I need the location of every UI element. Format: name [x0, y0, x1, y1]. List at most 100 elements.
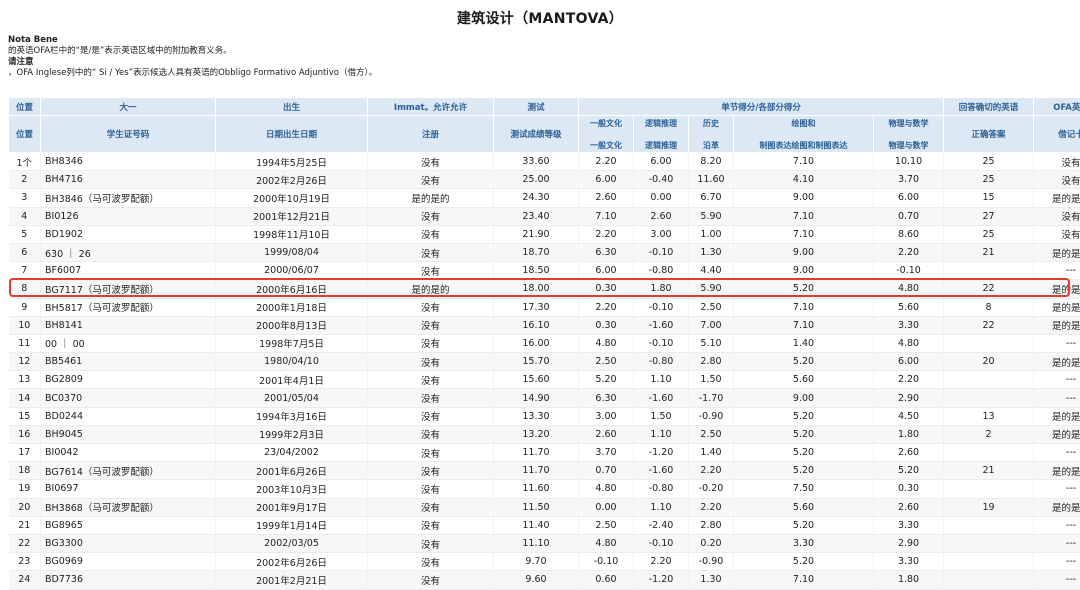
cell-general-culture: -0.10	[579, 553, 634, 571]
table-row[interactable]: 6630 ｜ 261999/08/04没有18.706.30-0.101.309…	[9, 243, 1080, 261]
cell-score: 15.60	[494, 371, 579, 389]
table-row[interactable]: 5BD19021998年11月10日没有21.902.203.001.007.1…	[9, 225, 1080, 243]
table-row[interactable]: 17BI004223/04/2002没有11.703.70-1.201.405.…	[9, 444, 1080, 462]
table-row[interactable]: 2BH47162002年2月26日没有25.006.00-0.4011.604.…	[9, 171, 1080, 189]
cell-physics-math: 2.60	[874, 444, 944, 462]
cell-physics-math: 8.60	[874, 225, 944, 243]
cell-english	[944, 553, 1034, 571]
cell-english: 25	[944, 153, 1034, 171]
table-row[interactable]: 9BH5817（马可波罗配额）2000年1月18日没有17.302.20-0.1…	[9, 298, 1080, 316]
cell-logic: -0.40	[634, 171, 689, 189]
header-physics-math[interactable]: 物理与数学物理与数学	[874, 116, 944, 153]
header-english[interactable]: 回答确切的英语	[944, 98, 1034, 116]
table-row[interactable]: 1个BH83461994年5月25日没有33.602.206.008.207.1…	[9, 153, 1080, 171]
cell-student-id: BH3868（马可波罗配额）	[41, 498, 216, 516]
table-row[interactable]: 3BH3846（马可波罗配额）2000年10月19日是的是的24.302.600…	[9, 189, 1080, 207]
cell-student-id: BH4716	[41, 171, 216, 189]
cell-immat: 是的是的	[368, 189, 494, 207]
cell-general-culture: 0.30	[579, 316, 634, 334]
cell-drawing: 9.00	[734, 189, 874, 207]
cell-drawing: 7.10	[734, 316, 874, 334]
cell-ofa: ---	[1034, 371, 1080, 389]
cell-immat: 没有	[368, 225, 494, 243]
cell-logic: -1.20	[634, 571, 689, 589]
cell-score: 11.60	[494, 480, 579, 498]
table-row[interactable]: 14BC03702001/05/04没有14.906.30-1.60-1.709…	[9, 389, 1080, 407]
table-row[interactable]: 23BG09692002年6月26日没有9.70-0.102.20-0.905.…	[9, 553, 1080, 571]
header-general-culture[interactable]: 一般文化一般文化	[579, 116, 634, 153]
table-row[interactable]: 21BG89651999年1月14日没有11.402.50-2.402.805.…	[9, 516, 1080, 534]
cell-immat: 没有	[368, 371, 494, 389]
cell-drawing: 7.50	[734, 480, 874, 498]
cell-pos: 3	[9, 189, 41, 207]
header-logic[interactable]: 逻辑推理逻辑推理	[634, 116, 689, 153]
table-row[interactable]: 1100 ｜ 001998年7月5日没有16.004.80-0.105.101.…	[9, 334, 1080, 352]
cell-drawing: 7.10	[734, 571, 874, 589]
table-row[interactable]: 22BG33002002/03/05没有11.104.80-0.100.203.…	[9, 534, 1080, 552]
cell-english: 2	[944, 425, 1034, 443]
table-row[interactable]: 18BG7614（马可波罗配额）2001年6月26日没有11.700.70-1.…	[9, 462, 1080, 480]
cell-student-id: BG3300	[41, 534, 216, 552]
cell-logic: 6.00	[634, 153, 689, 171]
table-row[interactable]: 19BI06972003年10月3日没有11.604.80-0.80-0.207…	[9, 480, 1080, 498]
header-birth[interactable]: 出生	[216, 98, 368, 116]
cell-physics-math: 0.30	[874, 480, 944, 498]
cell-student-id: BI0042	[41, 444, 216, 462]
cell-birth: 2001/05/04	[216, 389, 368, 407]
header-drawing[interactable]: 绘图和制图表达绘图和制图表达	[734, 116, 874, 153]
header-ofa[interactable]: OFA英语	[1034, 98, 1080, 116]
cell-logic: -2.40	[634, 516, 689, 534]
cell-immat: 没有	[368, 171, 494, 189]
cell-score: 13.20	[494, 425, 579, 443]
cell-immat: 没有	[368, 553, 494, 571]
cell-score: 11.40	[494, 516, 579, 534]
cell-english: 22	[944, 280, 1034, 298]
cell-logic: -0.80	[634, 353, 689, 371]
cell-pos: 4	[9, 207, 41, 225]
cell-history: 0.20	[689, 534, 734, 552]
header-history[interactable]: 历史沿革	[689, 116, 734, 153]
cell-ofa: ---	[1034, 444, 1080, 462]
cell-immat: 没有	[368, 207, 494, 225]
table-row[interactable]: 8BG7117（马可波罗配额）2000年6月16日是的是的18.000.301.…	[9, 280, 1080, 298]
cell-score: 9.70	[494, 553, 579, 571]
table-row[interactable]: 7BF60072000/06/07没有18.506.00-0.804.409.0…	[9, 262, 1080, 280]
cell-pos: 5	[9, 225, 41, 243]
table-row[interactable]: 16BH90451999年2月3日没有13.202.601.102.505.20…	[9, 425, 1080, 443]
header-immat[interactable]: Immat。允许允许	[368, 98, 494, 116]
table-row[interactable]: 15BD02441994年3月16日没有13.303.001.50-0.905.…	[9, 407, 1080, 425]
cell-logic: -1.60	[634, 316, 689, 334]
ranking-table: 位置 大一 出生 Immat。允许允许 测试 单节得分/各部分得分 回答确切的英…	[8, 97, 1080, 590]
header-pos[interactable]: 位置	[9, 98, 41, 116]
table-row[interactable]: 10BH81412000年8月13日没有16.100.30-1.607.007.…	[9, 316, 1080, 334]
cell-ofa: 是的是的	[1034, 498, 1080, 516]
cell-general-culture: 3.00	[579, 407, 634, 425]
table-body: 1个BH83461994年5月25日没有33.602.206.008.207.1…	[9, 153, 1080, 590]
cell-drawing: 5.20	[734, 353, 874, 371]
table-row[interactable]: 20BH3868（马可波罗配额）2001年9月17日没有11.500.001.1…	[9, 498, 1080, 516]
cell-drawing: 5.60	[734, 498, 874, 516]
cell-physics-math: 4.80	[874, 334, 944, 352]
cell-immat: 没有	[368, 334, 494, 352]
cell-history: -0.90	[689, 553, 734, 571]
table-row[interactable]: 24BD77362001年2月21日没有9.600.60-1.201.307.1…	[9, 571, 1080, 589]
cell-pos: 14	[9, 389, 41, 407]
cell-physics-math: 2.90	[874, 534, 944, 552]
table-row[interactable]: 13BG28092001年4月1日没有15.605.201.101.505.60…	[9, 371, 1080, 389]
cell-score: 13.30	[494, 407, 579, 425]
cell-logic: -0.10	[634, 243, 689, 261]
header-student[interactable]: 大一	[41, 98, 216, 116]
cell-general-culture: 0.00	[579, 498, 634, 516]
table-row[interactable]: 4BI01262001年12月21日没有23.407.102.605.907.1…	[9, 207, 1080, 225]
cell-immat: 没有	[368, 153, 494, 171]
cell-physics-math: 5.20	[874, 462, 944, 480]
nota-bene-text: 的英语OFA栏中的“是/是”表示英语区域中的附加教育义务。	[8, 46, 377, 57]
cell-history: 2.50	[689, 425, 734, 443]
table-row[interactable]: 12BB54611980/04/10没有15.702.50-0.802.805.…	[9, 353, 1080, 371]
cell-immat: 没有	[368, 298, 494, 316]
cell-logic: -1.20	[634, 444, 689, 462]
cell-ofa: 是的是的	[1034, 353, 1080, 371]
cell-score: 33.60	[494, 153, 579, 171]
cell-drawing: 5.20	[734, 444, 874, 462]
header-test[interactable]: 测试	[494, 98, 579, 116]
